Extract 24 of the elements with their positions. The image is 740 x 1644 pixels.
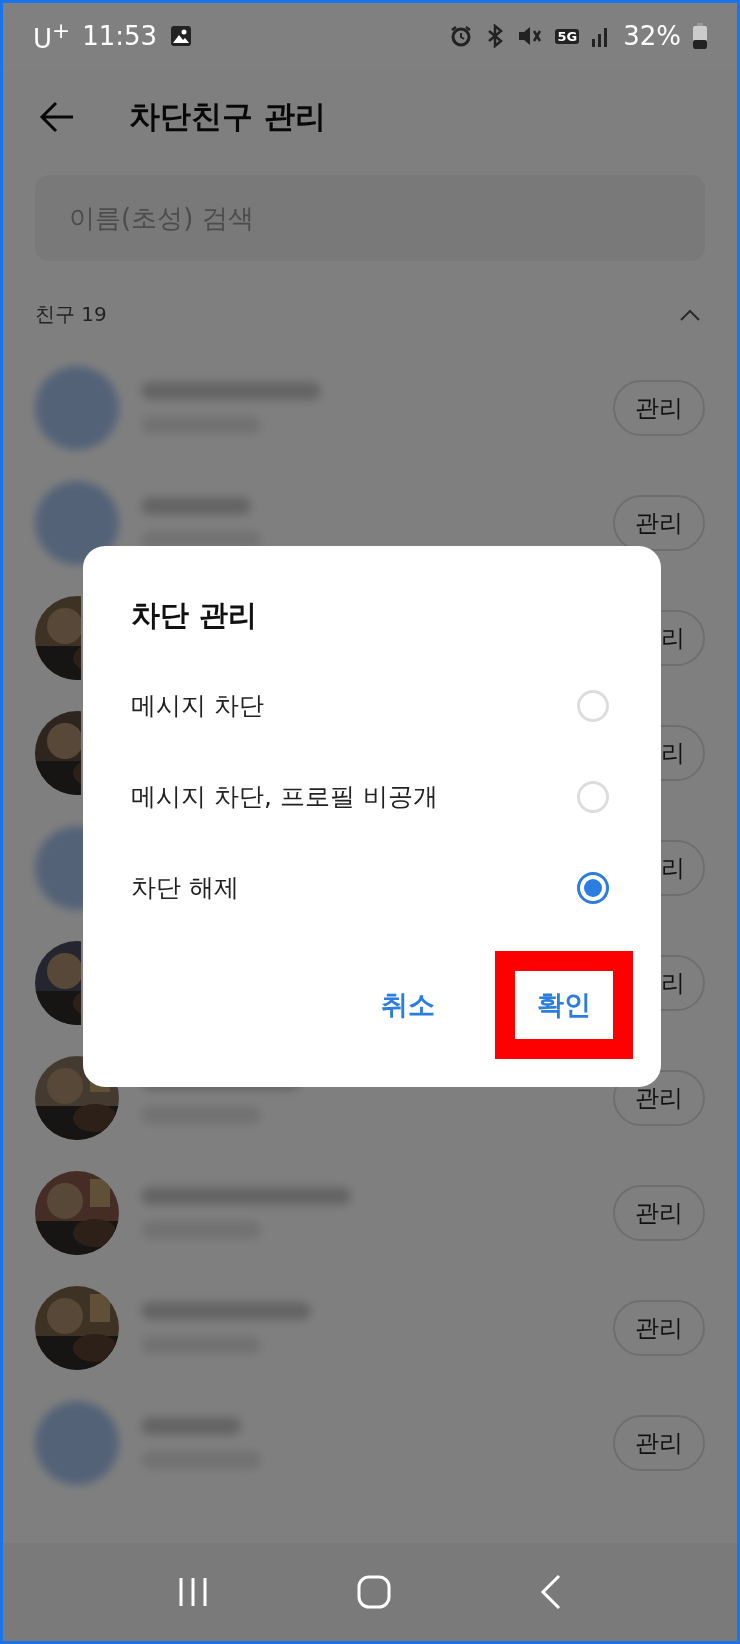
dialog-title: 차단 관리 — [131, 597, 259, 634]
battery-label: 32% — [623, 21, 681, 51]
network-label: 5G — [555, 28, 580, 44]
option-label[interactable]: 메시지 차단, 프로필 비공개 — [131, 780, 438, 813]
back-arrow-icon[interactable] — [39, 101, 75, 133]
manage-button[interactable]: 관리 — [613, 379, 705, 436]
image-icon — [169, 24, 194, 48]
clock: 11:53 — [82, 21, 158, 51]
manage-button[interactable]: 관리 — [613, 1414, 705, 1471]
recent-apps-icon[interactable] — [177, 1576, 209, 1608]
battery-icon — [693, 23, 707, 49]
option-label[interactable]: 메시지 차단 — [131, 689, 264, 722]
page-title: 차단친구 관리 — [129, 97, 326, 136]
option-label[interactable]: 차단 해제 — [131, 871, 239, 904]
manage-button[interactable]: 관리 — [613, 494, 705, 551]
radio-button[interactable] — [577, 871, 609, 904]
carrier-label: U$^{+}$ — [33, 18, 71, 54]
section-label: 친구 19 — [35, 301, 107, 328]
collapse-chevron-icon[interactable] — [679, 307, 701, 322]
home-icon[interactable] — [357, 1575, 391, 1609]
mute-icon — [517, 24, 544, 48]
manage-button[interactable]: 관리 — [613, 1184, 705, 1241]
manage-button[interactable]: 관리 — [613, 1299, 705, 1356]
back-icon[interactable] — [539, 1574, 563, 1610]
